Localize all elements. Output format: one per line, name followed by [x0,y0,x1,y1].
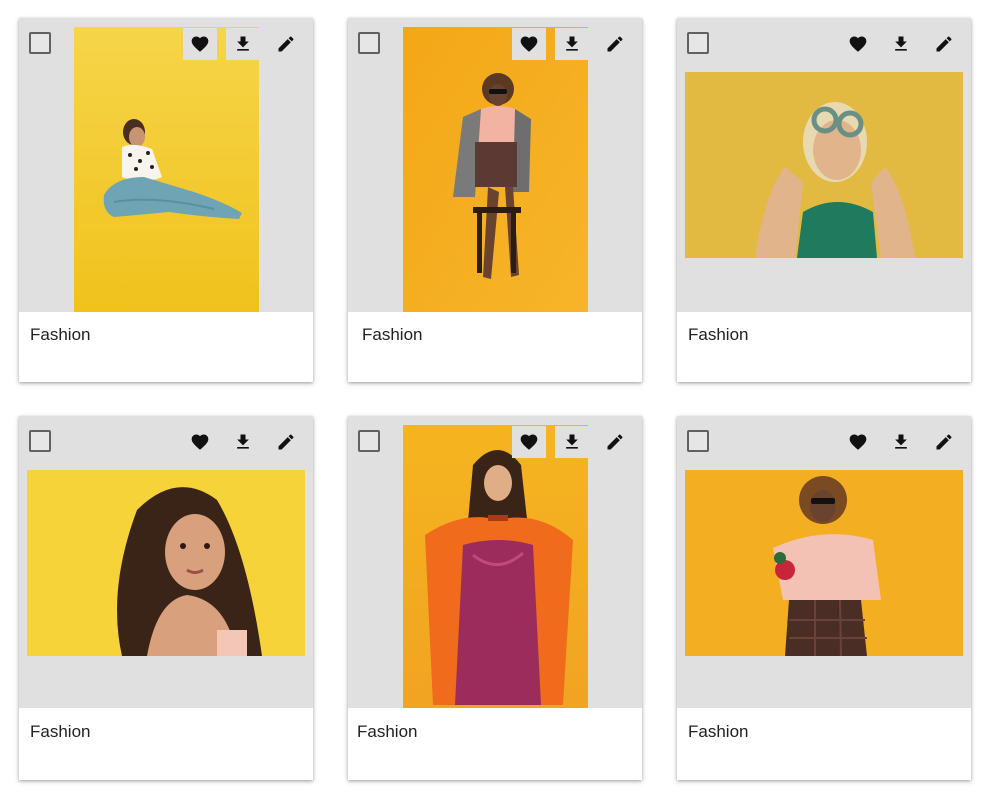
card-image[interactable] [403,425,588,708]
card-actions [174,426,303,458]
download-icon [566,434,578,449]
heart-icon [191,434,209,450]
download-icon [895,434,907,449]
card-actions [832,426,961,458]
card-media [677,416,971,708]
select-checkbox[interactable] [358,32,380,54]
image-card[interactable]: Fashion [677,18,971,382]
favorite-button[interactable] [183,28,217,60]
pencil-icon [607,434,623,450]
card-title: Fashion [688,325,749,344]
edit-button[interactable] [598,426,632,458]
edit-button[interactable] [269,426,303,458]
image-card[interactable]: Fashion [348,416,642,780]
favorite-button[interactable] [183,426,217,458]
card-media [348,18,642,312]
select-checkbox[interactable] [29,430,51,452]
card-title: Fashion [30,722,91,741]
select-checkbox[interactable] [687,32,709,54]
card-title: Fashion [688,722,749,741]
card-media [677,18,971,312]
image-card[interactable]: Fashion [677,416,971,780]
image-card[interactable]: Fashion [19,18,313,382]
heart-icon [520,434,538,450]
edit-button[interactable] [598,28,632,60]
edit-button[interactable] [269,28,303,60]
card-actions [174,28,303,60]
download-icon [895,36,907,51]
heart-icon [849,36,867,52]
card-title: Fashion [30,325,91,344]
favorite-button[interactable] [512,426,546,458]
card-actions [503,426,632,458]
card-image[interactable] [74,27,259,312]
download-icon [237,434,249,449]
favorite-button[interactable] [512,28,546,60]
download-icon [566,36,578,51]
card-media [19,18,313,312]
favorite-button[interactable] [841,426,875,458]
select-checkbox[interactable] [29,32,51,54]
download-button[interactable] [226,28,260,60]
download-icon [237,36,249,51]
card-title: Fashion [362,325,423,344]
image-card[interactable]: Fashion [348,18,642,382]
image-card[interactable]: Fashion [19,416,313,780]
card-actions [503,28,632,60]
card-image[interactable] [403,27,588,312]
image-grid: Fashion Fashion Fashion Fashion Fashion … [0,0,1000,808]
card-title: Fashion [357,722,418,741]
edit-button[interactable] [927,28,961,60]
download-button[interactable] [226,426,260,458]
heart-icon [849,434,867,450]
card-image[interactable] [27,470,305,656]
pencil-icon [936,434,952,450]
download-button[interactable] [555,28,589,60]
pencil-icon [936,36,952,52]
select-checkbox[interactable] [687,430,709,452]
card-image[interactable] [685,470,963,656]
card-media [19,416,313,708]
pencil-icon [607,36,623,52]
select-checkbox[interactable] [358,430,380,452]
card-actions [832,28,961,60]
card-media [348,416,642,708]
download-button[interactable] [555,426,589,458]
card-image[interactable] [685,72,963,258]
heart-icon [191,36,209,52]
pencil-icon [278,36,294,52]
pencil-icon [278,434,294,450]
favorite-button[interactable] [841,28,875,60]
edit-button[interactable] [927,426,961,458]
download-button[interactable] [884,28,918,60]
download-button[interactable] [884,426,918,458]
heart-icon [520,36,538,52]
